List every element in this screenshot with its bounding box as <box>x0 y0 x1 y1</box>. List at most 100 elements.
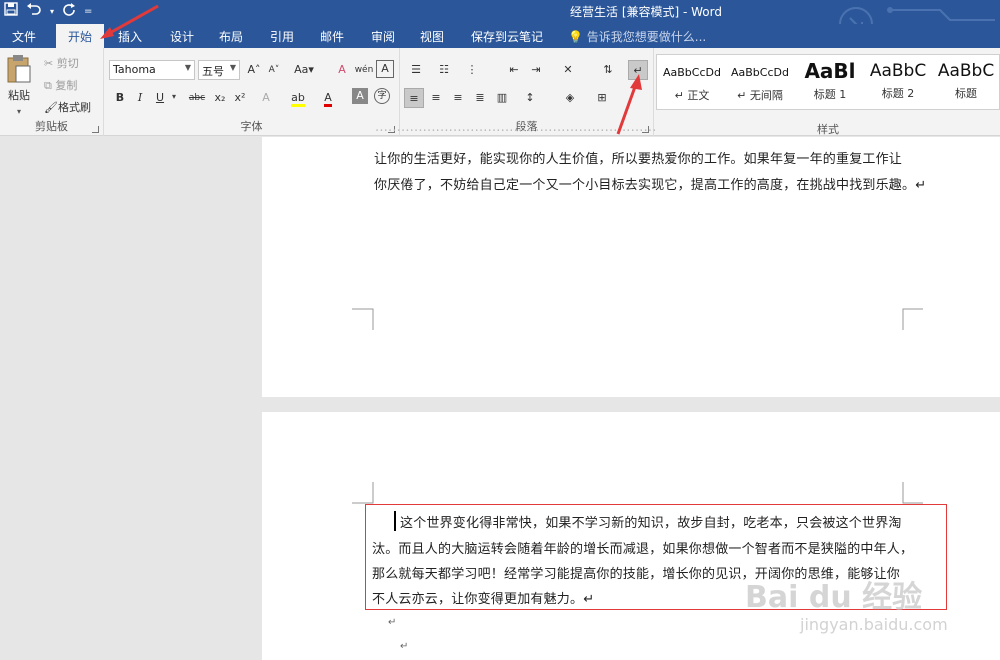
style-name: 标题 1 <box>813 88 847 101</box>
paste-label: 粘贴 <box>8 89 30 102</box>
grow-font-label: A <box>247 63 256 76</box>
font-name-combo[interactable]: Tahoma ▼ <box>109 60 195 80</box>
font-color-button[interactable]: A <box>318 88 338 108</box>
tab-insert[interactable]: 插入 <box>118 28 142 45</box>
highlight-button[interactable]: ab <box>288 88 308 108</box>
style-no-spacing[interactable]: AaBbCcDd ↵ 无间隔 <box>727 59 793 107</box>
margin-corner-mark <box>902 482 923 504</box>
strikethrough-button[interactable]: abc <box>184 88 210 108</box>
watermark-url: jingyan.baidu.com <box>800 615 948 634</box>
style-sample: AaBbC <box>869 61 927 81</box>
decrease-indent-icon[interactable]: ⇤ <box>504 60 524 80</box>
borders-icon[interactable]: ⊞ <box>592 88 612 108</box>
font-color-label: A <box>324 91 332 107</box>
align-center-icon[interactable]: ≡ <box>426 88 446 108</box>
style-normal[interactable]: AaBbCcDd ↵ 正文 <box>659 59 725 107</box>
shading-icon[interactable]: ◈ <box>560 88 580 108</box>
justify-icon[interactable]: ≣ <box>470 88 490 108</box>
chevron-down-icon: ▼ <box>229 63 236 72</box>
tab-cloud-notes[interactable]: 保存到云笔记 <box>471 28 543 45</box>
tab-mailings[interactable]: 邮件 <box>320 28 344 45</box>
char-border-button[interactable]: A <box>376 60 394 78</box>
tab-references[interactable]: 引用 <box>270 28 294 45</box>
paste-dropdown-icon: ▾ <box>16 107 21 116</box>
numbering-icon[interactable]: ☷ <box>434 60 454 80</box>
save-icon[interactable] <box>4 2 18 22</box>
copy-button[interactable]: ⧉ 复制 <box>44 77 77 93</box>
text-effects-button[interactable]: A <box>256 88 276 108</box>
font-group-label: 字体 <box>240 120 263 133</box>
clear-formatting-button[interactable]: A <box>332 60 352 80</box>
enclose-char-button[interactable]: 字 <box>374 88 390 104</box>
distributed-icon[interactable]: ▥ <box>492 88 512 108</box>
copy-label: 复制 <box>55 79 78 92</box>
cut-button[interactable]: ✂ 剪切 <box>44 55 79 71</box>
ribbon: 粘贴 ▾ ✂ 剪切 ⧉ 复制 🖌格式刷 剪贴板 Tahoma ▼ 五号 ▼ A˄ A… <box>0 48 1000 136</box>
line-spacing-icon[interactable]: ↕ <box>520 88 540 108</box>
font-size-value: 五号 <box>202 65 224 78</box>
increase-indent-icon[interactable]: ⇥ <box>526 60 546 80</box>
align-left-icon[interactable]: ≡ <box>404 88 424 108</box>
style-sample: AaBbCcDd <box>663 66 721 79</box>
undo-icon[interactable] <box>26 2 42 22</box>
style-name: 标题 <box>955 87 977 100</box>
format-painter-button[interactable]: 🖌格式刷 <box>44 99 91 115</box>
style-name: ↵ 无间隔 <box>737 89 783 102</box>
tell-me-box[interactable]: 💡 告诉我您想要做什么... <box>568 28 706 45</box>
subscript-button[interactable]: x₂ <box>210 88 230 108</box>
customize-qat-icon[interactable]: = <box>84 3 92 21</box>
clipboard-group: 粘贴 ▾ ✂ 剪切 ⧉ 复制 🖌格式刷 剪贴板 <box>0 48 104 136</box>
change-case-label: Aa <box>294 63 309 76</box>
paragraph-mark: ↵ <box>388 617 397 628</box>
tab-file[interactable]: 文件 <box>12 28 36 45</box>
tab-layout[interactable]: 布局 <box>219 28 243 45</box>
quick-access-toolbar: ▾ = <box>4 2 92 22</box>
title-bar: ▾ = 经营生活 [兼容模式] - Word <box>0 0 1000 41</box>
cut-label: 剪切 <box>56 57 79 70</box>
char-border-label: A <box>381 62 389 75</box>
chevron-down-icon[interactable]: ▾ <box>172 92 176 101</box>
sort-icon[interactable]: ⇅ <box>598 60 618 80</box>
grow-font-button[interactable]: A˄ <box>244 60 264 80</box>
ribbon-tabs: 文件 开始 插入 设计 布局 引用 邮件 审阅 视图 保存到云笔记 💡 告诉我您… <box>0 24 1000 48</box>
bullets-icon[interactable]: ☰ <box>406 60 426 80</box>
paste-button[interactable]: 粘贴 ▾ <box>4 54 34 116</box>
tab-design[interactable]: 设计 <box>170 28 194 45</box>
font-group: Tahoma ▼ 五号 ▼ A˄ A˅ Aa▾ A wén A B I U ▾ ab… <box>104 48 400 136</box>
change-case-button[interactable]: Aa▾ <box>290 60 318 80</box>
chinese-layout-icon[interactable]: ✕ <box>558 60 578 80</box>
style-title[interactable]: AaBbC 标题 <box>933 59 999 107</box>
redo-icon[interactable] <box>62 2 76 22</box>
tab-view[interactable]: 视图 <box>420 28 444 45</box>
style-name: 标题 2 <box>881 87 915 100</box>
paragraph-mark: ↵ <box>400 641 409 652</box>
tab-home[interactable]: 开始 <box>56 24 105 48</box>
style-heading-1[interactable]: AaBl 标题 1 <box>797 59 863 107</box>
clipboard-launcher-icon[interactable] <box>92 126 99 133</box>
style-heading-2[interactable]: AaBbC 标题 2 <box>865 59 931 107</box>
paragraph-group: ☰ ☷ ⋮ ⇤ ⇥ ✕ ⇅ ↵ ≡ ≡ ≡ ≣ ▥ ↕ ◈ ⊞ 段落 <box>400 48 654 136</box>
lightbulb-icon: 💡 <box>568 30 583 44</box>
show-formatting-marks-icon[interactable]: ↵ <box>628 60 648 80</box>
clipboard-group-label: 剪贴板 <box>35 120 68 133</box>
shrink-font-button[interactable]: A˅ <box>264 60 284 80</box>
style-sample: AaBl <box>804 59 856 83</box>
italic-button[interactable]: I <box>130 88 150 108</box>
tab-review[interactable]: 审阅 <box>371 28 395 45</box>
phonetic-guide-button[interactable]: wén <box>354 60 374 80</box>
style-sample: AaBbCcDd <box>731 66 789 79</box>
undo-dropdown-icon[interactable]: ▾ <box>50 3 54 21</box>
underline-button[interactable]: U <box>150 88 170 108</box>
multilevel-list-icon[interactable]: ⋮ <box>462 60 482 80</box>
superscript-button[interactable]: x² <box>230 88 250 108</box>
char-shading-button[interactable]: A <box>352 88 368 104</box>
font-size-combo[interactable]: 五号 ▼ <box>198 60 240 80</box>
styles-gallery: AaBbCcDd ↵ 正文 AaBbCcDd ↵ 无间隔 AaBl 标题 1 A… <box>656 54 1000 110</box>
phonetic-guide-label: wén <box>354 65 374 75</box>
style-name: ↵ 正文 <box>674 89 710 102</box>
highlight-label: ab <box>291 91 305 107</box>
bold-button[interactable]: B <box>110 88 130 108</box>
align-right-icon[interactable]: ≡ <box>448 88 468 108</box>
page1-line-1: 让你的生活更好，能实现你的人生价值，所以要热爱你的工作。如果年复一年的重复工作让 <box>374 152 903 167</box>
font-name-value: Tahoma <box>113 63 156 76</box>
